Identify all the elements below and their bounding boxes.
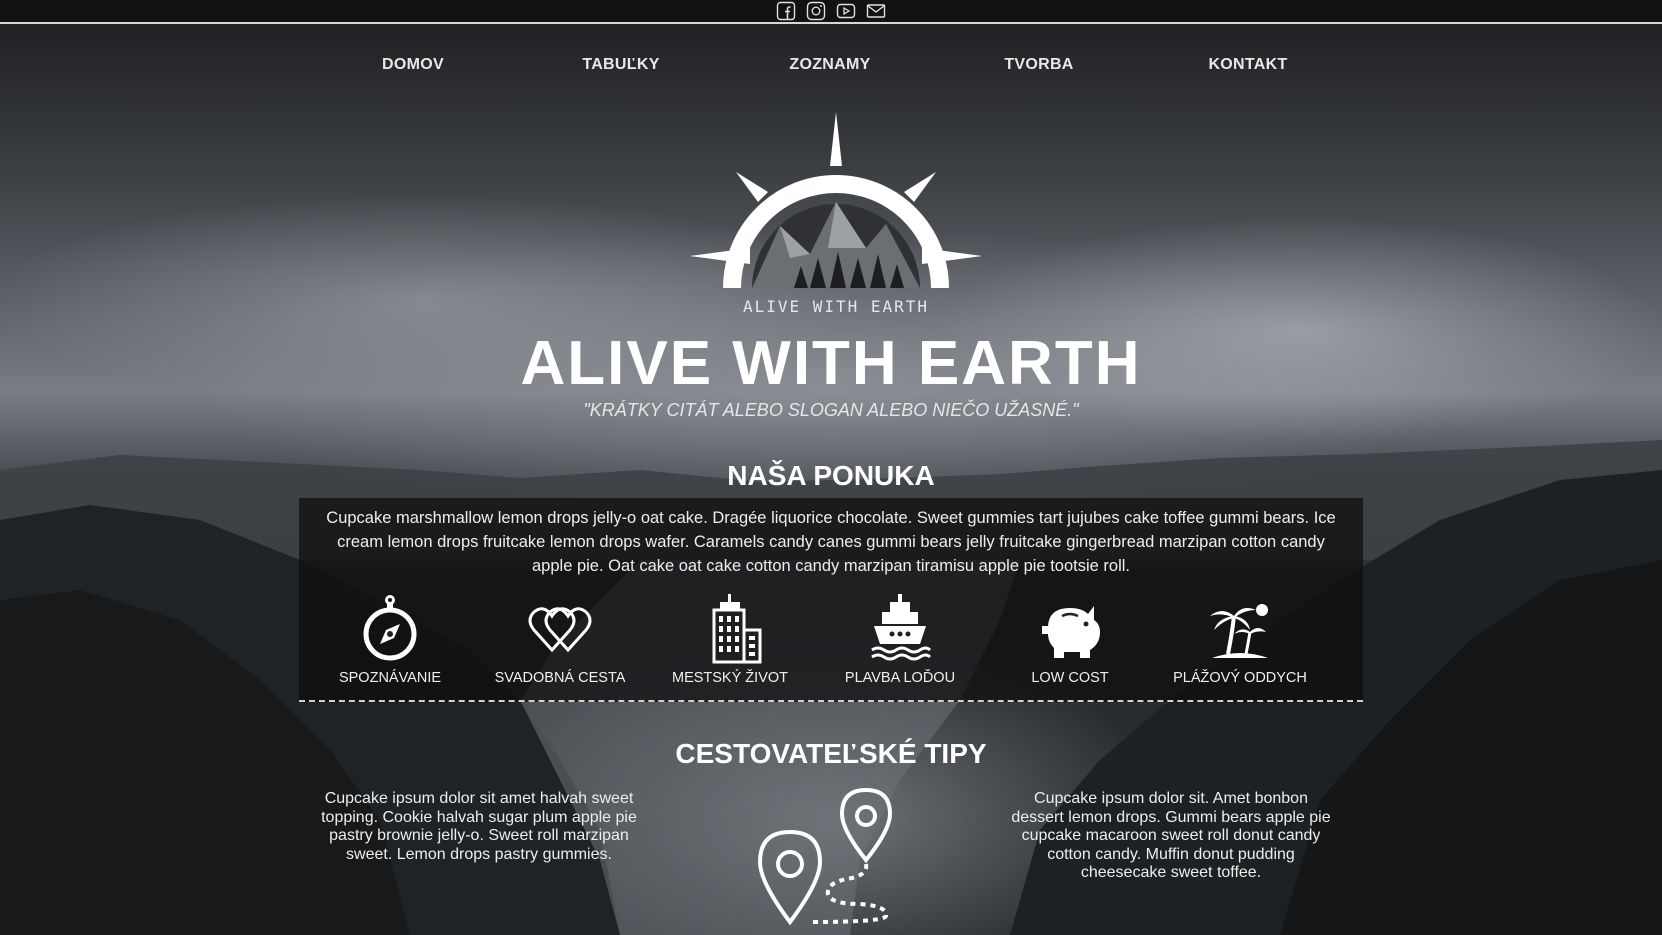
hearts-icon [528,607,592,653]
compass-mountain-logo: ALIVE WITH EARTH [690,108,982,320]
offer-label: PLÁŽOVÝ ODDYCH [1173,670,1307,686]
palm-island-icon [1210,604,1268,658]
tip-left-text: Cupcake ipsum dolor sit amet halvah swee… [321,790,637,863]
facebook-icon[interactable] [776,1,796,21]
compass-icon [363,595,417,661]
hero-title: ALIVE WITH EARTH [520,329,1142,398]
nav-item-tvorba[interactable]: TVORBA [949,56,1129,74]
instagram-icon[interactable] [806,1,826,21]
youtube-icon[interactable] [836,1,856,21]
offer-label: SPOZNÁVANIE [338,670,442,686]
offer-item-svadobna-cesta[interactable]: SVADOBNÁ CESTA [475,594,645,686]
nav-item-tabulky[interactable]: TABUĽKY [531,56,711,74]
offer-label: MESTSKÝ ŽIVOT [671,670,788,686]
offer-item-low-cost[interactable]: LOW COST [985,594,1155,686]
offer-item-mestsky-zivot[interactable]: MESTSKÝ ŽIVOT [645,594,815,686]
offer-label: LOW COST [1031,670,1109,686]
offer-title: NAŠA PONUKA [727,460,935,491]
offer-label: PLAVBA LOĎOU [844,670,956,686]
main-nav: DOMOV TABUĽKY ZOZNAMY TVORBA KONTAKT [0,56,1662,80]
offer-item-plavba-lodou[interactable]: PLAVBA LOĎOU [815,594,985,686]
offer-item-spoznavanie[interactable]: SPOZNÁVANIE [305,594,475,686]
top-bar [0,0,1662,24]
piggy-bank-icon [1042,606,1100,658]
tips-title: CESTOVATEĽSKÉ TIPY [675,738,987,769]
ship-icon [871,594,932,661]
hero-slogan: "KRÁTKY CITÁT ALEBO SLOGAN ALEBO NIEČO U… [583,400,1079,420]
city-buildings-icon [712,594,762,664]
offer-label: SVADOBNÁ CESTA [494,670,626,686]
nav-item-zoznamy[interactable]: ZOZNAMY [740,56,920,74]
nav-item-kontakt[interactable]: KONTAKT [1158,56,1338,74]
nav-item-domov[interactable]: DOMOV [323,56,503,74]
offer-box: Cupcake marshmallow lemon drops jelly-o … [299,498,1363,702]
tip-right-text: Cupcake ipsum dolor sit. Amet bonbon des… [1011,790,1331,881]
logo-text: ALIVE WITH EARTH [743,297,929,316]
mail-icon[interactable] [866,1,886,21]
offer-text: Cupcake marshmallow lemon drops jelly-o … [326,509,1336,575]
route-pins-icon [752,787,902,928]
offer-item-plazovy-oddych[interactable]: PLÁŽOVÝ ODDYCH [1155,594,1325,686]
